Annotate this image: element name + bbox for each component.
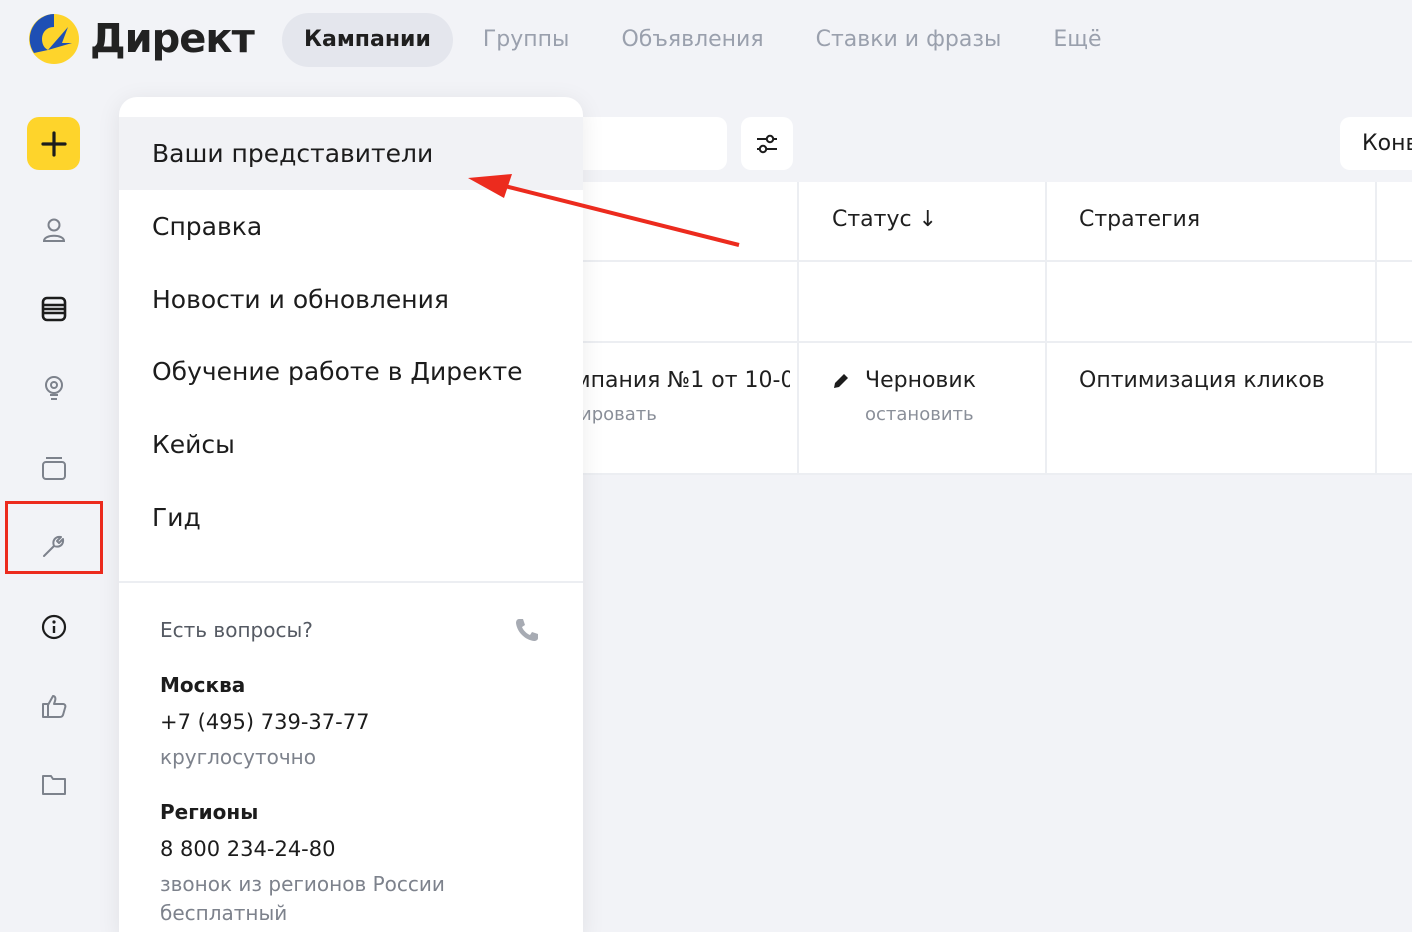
campaign-name-link[interactable]: мпания №1 от 10-0 xyxy=(574,368,790,393)
list-icon[interactable] xyxy=(36,291,72,327)
menu-divider xyxy=(119,581,583,583)
phone-icon[interactable] xyxy=(512,615,542,645)
moscow-label: Москва xyxy=(160,673,246,697)
tab-campaigns[interactable]: Кампании xyxy=(282,13,453,67)
top-navigation: Кампании Группы Объявления Ставки и фраз… xyxy=(282,13,1132,67)
lightbulb-icon[interactable] xyxy=(36,370,72,406)
logo-text: Директ xyxy=(90,16,255,62)
menu-item-representatives[interactable]: Ваши представители xyxy=(119,117,583,190)
menu-item-guide[interactable]: Гид xyxy=(119,481,583,554)
menu-item-training[interactable]: Обучение работе в Директе xyxy=(119,335,583,408)
filter-button[interactable] xyxy=(741,117,793,170)
table-column-divider xyxy=(1375,182,1377,475)
menu-item-cases[interactable]: Кейсы xyxy=(119,408,583,481)
campaigns-table: Статус ↓ Стратегия мпания №1 от 10-0 иро… xyxy=(560,182,1412,475)
moscow-phone[interactable]: +7 (495) 739-37-77 xyxy=(160,710,369,734)
campaign-edit-link[interactable]: ировать xyxy=(580,404,657,425)
table-divider xyxy=(560,341,1412,343)
direct-logo-icon xyxy=(29,14,79,64)
status-value: Черновик xyxy=(865,368,976,393)
convert-button[interactable]: Конв xyxy=(1340,117,1412,170)
moscow-hours: круглосуточно xyxy=(160,745,316,769)
add-button[interactable] xyxy=(27,117,80,170)
regions-phone[interactable]: 8 800 234-24-80 xyxy=(160,837,335,861)
regions-label: Регионы xyxy=(160,800,259,824)
help-dropdown-menu: Ваши представители Справка Новости и обн… xyxy=(119,97,583,932)
menu-item-help[interactable]: Справка xyxy=(119,190,583,263)
table-column-divider xyxy=(1045,182,1047,475)
info-icon[interactable] xyxy=(36,609,72,645)
support-title: Есть вопросы? xyxy=(160,618,313,642)
search-input[interactable] xyxy=(560,117,727,170)
user-icon[interactable] xyxy=(36,212,72,248)
status-column-header[interactable]: Статус ↓ xyxy=(832,207,937,232)
tab-bids-phrases[interactable]: Ставки и фразы xyxy=(794,13,1024,67)
folder-icon[interactable] xyxy=(36,766,72,802)
logo[interactable]: Директ xyxy=(28,13,255,65)
strategy-column-header[interactable]: Стратегия xyxy=(1079,207,1200,232)
info-icon-highlight xyxy=(5,501,103,574)
table-column-divider xyxy=(797,182,799,475)
table-divider xyxy=(560,473,1412,475)
tab-groups[interactable]: Группы xyxy=(461,13,592,67)
pencil-icon xyxy=(834,374,848,388)
stop-campaign-link[interactable]: остановить xyxy=(865,404,974,425)
menu-item-news[interactable]: Новости и обновления xyxy=(119,263,583,336)
tab-more[interactable]: Ещё xyxy=(1031,13,1123,67)
stack-icon[interactable] xyxy=(36,450,72,486)
strategy-value: Оптимизация кликов xyxy=(1079,368,1325,393)
table-divider xyxy=(560,260,1412,262)
regions-note: звонок из регионов России бесплатный xyxy=(160,872,445,925)
sliders-icon xyxy=(757,134,777,153)
tab-ads[interactable]: Объявления xyxy=(599,13,785,67)
thumbs-up-icon[interactable] xyxy=(36,688,72,724)
plus-icon xyxy=(40,130,67,157)
